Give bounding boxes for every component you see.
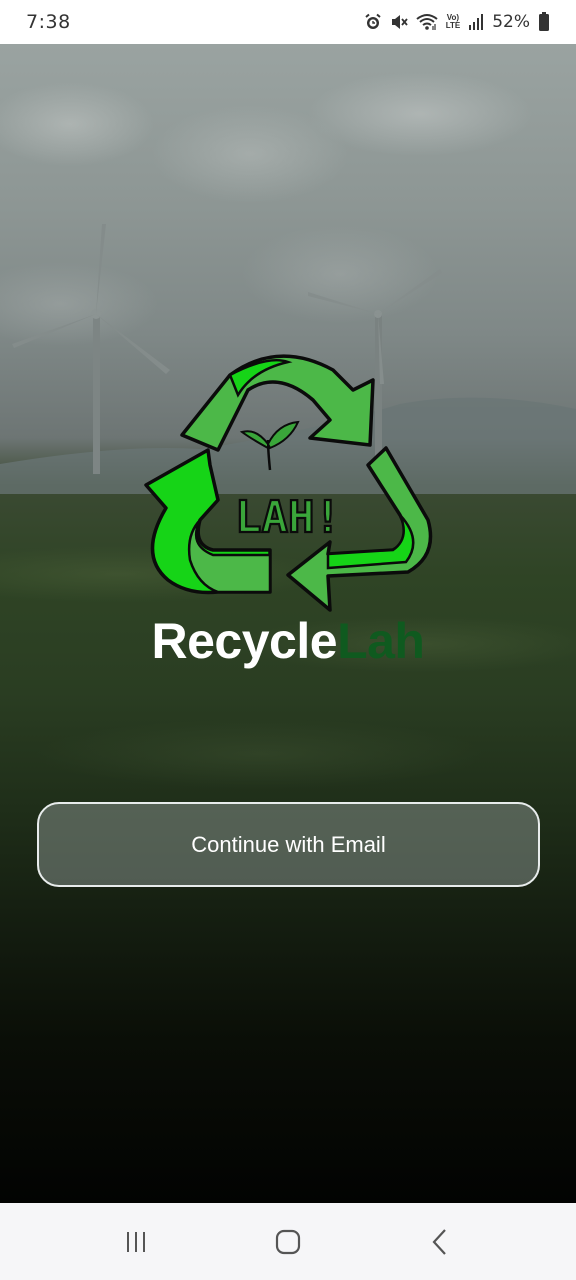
status-bar: 7:38 Vo) LTE 52% xyxy=(0,0,576,44)
wifi-icon xyxy=(416,11,438,33)
home-icon xyxy=(275,1229,301,1254)
status-time: 7:38 xyxy=(26,11,71,33)
recycle-logo: LAH! xyxy=(144,354,433,612)
logo-badge-text: LAH! xyxy=(235,492,341,543)
battery-percent: 52% xyxy=(492,12,530,32)
recent-apps-icon xyxy=(127,1231,145,1252)
back-icon xyxy=(432,1228,446,1255)
volte-icon: Vo) LTE xyxy=(446,11,461,33)
mute-icon xyxy=(390,11,408,33)
volte-bottom: LTE xyxy=(445,21,461,30)
app-title-recycle: Recycle xyxy=(151,613,338,669)
home-button[interactable] xyxy=(258,1217,318,1267)
recent-apps-button[interactable] xyxy=(106,1217,166,1267)
sprout-icon xyxy=(239,420,300,471)
system-nav-bar xyxy=(0,1203,576,1280)
back-button[interactable] xyxy=(410,1217,470,1267)
continue-with-email-button[interactable]: Continue with Email xyxy=(37,802,540,887)
alarm-icon xyxy=(364,11,382,33)
continue-with-email-label: Continue with Email xyxy=(191,831,386,857)
app-title-lah: Lah xyxy=(337,613,425,669)
signal-icon xyxy=(468,11,484,33)
app-title: RecycleLah xyxy=(0,612,576,670)
battery-icon xyxy=(538,11,550,33)
status-icons: Vo) LTE 52% xyxy=(364,11,550,33)
